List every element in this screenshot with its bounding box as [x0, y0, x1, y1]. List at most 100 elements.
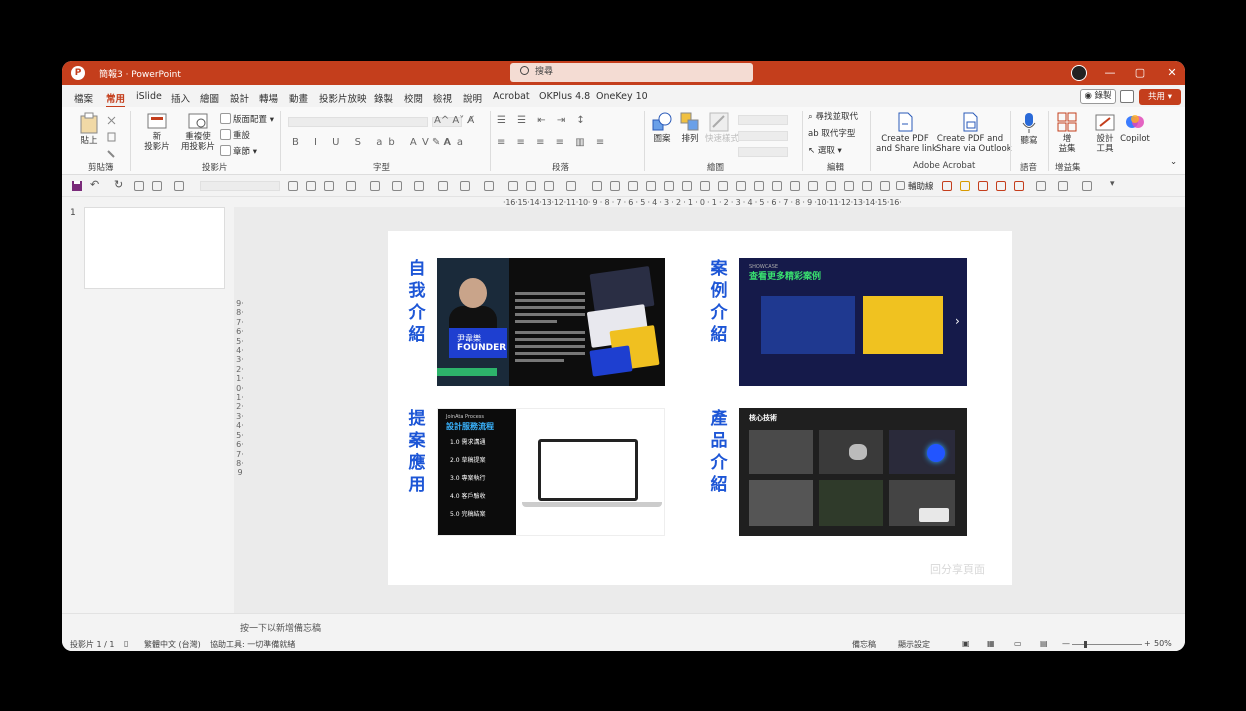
- zoom-slider-thumb[interactable]: [1084, 641, 1087, 648]
- paste-button[interactable]: 貼上: [76, 112, 102, 146]
- select-button[interactable]: ↖ 選取 ▾: [808, 146, 842, 156]
- new-slide-button[interactable]: 新 投影片: [142, 112, 172, 152]
- distribute-vertical-icon[interactable]: [718, 181, 728, 191]
- reading-view-icon[interactable]: ▭: [1014, 639, 1022, 648]
- shape-effects-dropdown[interactable]: [738, 147, 788, 157]
- rotate-icon[interactable]: [808, 181, 818, 191]
- create-pdf-outlook-button[interactable]: Create PDF and Share via Outlook: [936, 112, 1012, 154]
- comments-icon[interactable]: [1120, 90, 1134, 103]
- tab-draw[interactable]: 繪圖: [200, 91, 219, 105]
- layout-button[interactable]: 版面配置 ▾: [220, 113, 274, 125]
- save-icon[interactable]: [71, 180, 83, 192]
- zoom-slider[interactable]: [1072, 644, 1142, 645]
- find-replace-button[interactable]: ⌕ 尋找並取代: [808, 112, 858, 122]
- align-left-icon[interactable]: [592, 181, 602, 191]
- language-status[interactable]: 繁體中文 (台灣): [144, 639, 201, 650]
- tab-onekey[interactable]: OneKey 10: [596, 91, 648, 102]
- highlight-icon[interactable]: [460, 181, 470, 191]
- tab-file[interactable]: 檔案: [74, 91, 93, 105]
- slide-thumbnail[interactable]: [84, 207, 225, 289]
- tab-animations[interactable]: 動畫: [289, 91, 308, 105]
- okplus-qat-icon[interactable]: [1014, 181, 1024, 191]
- zoom-out-button[interactable]: —: [1062, 639, 1070, 648]
- align-icon[interactable]: [370, 181, 380, 191]
- ungroup-icon[interactable]: [754, 181, 764, 191]
- share-button[interactable]: 共用 ▾: [1139, 89, 1181, 105]
- reset-button[interactable]: 重設: [220, 129, 250, 141]
- close-button[interactable]: ✕: [1162, 64, 1182, 82]
- redo-icon[interactable]: ↻: [114, 178, 123, 191]
- align-right-icon[interactable]: [628, 181, 638, 191]
- zoom-level[interactable]: 50%: [1154, 639, 1172, 648]
- notes-pane[interactable]: 按一下以新增備忘稿: [62, 613, 1185, 638]
- font-color-icon[interactable]: ✎ A: [432, 137, 450, 148]
- reuse-slides-button[interactable]: 重複使 用投影片: [179, 112, 217, 152]
- align-buttons[interactable]: ≡ ≡ ≡ ≡ ▥ ≡: [497, 137, 608, 148]
- tab-help[interactable]: 說明: [463, 91, 482, 105]
- tab-islide[interactable]: iSlide: [136, 91, 162, 102]
- crop-icon[interactable]: [826, 181, 836, 191]
- bring-forward-icon[interactable]: [772, 181, 782, 191]
- clipboard-small-icons[interactable]: [106, 115, 118, 159]
- search-input[interactable]: 搜尋: [510, 63, 753, 82]
- undo-icon[interactable]: ↶: [90, 178, 99, 191]
- format-painter-icon[interactable]: [1036, 181, 1046, 191]
- zoom-in-button[interactable]: +: [1144, 639, 1151, 648]
- table-icon[interactable]: [174, 181, 184, 191]
- distribute-horizontal-icon[interactable]: [700, 181, 710, 191]
- tab-acrobat[interactable]: Acrobat: [493, 91, 530, 102]
- customize-qat-icon[interactable]: ▾: [1110, 179, 1115, 189]
- shape-outline-icon[interactable]: [414, 181, 424, 191]
- arrange-button[interactable]: 排列: [678, 112, 702, 144]
- slide-sorter-icon[interactable]: ▦: [987, 639, 995, 648]
- font-color-qat-icon[interactable]: [438, 181, 448, 191]
- shape-outline-dropdown[interactable]: [738, 131, 788, 141]
- send-backward-icon[interactable]: [790, 181, 800, 191]
- copilot-button[interactable]: Copilot: [1120, 112, 1150, 144]
- selection-pane-icon[interactable]: [880, 181, 890, 191]
- shape-fill-icon[interactable]: [392, 181, 402, 191]
- addins-button[interactable]: 增 益集: [1055, 112, 1079, 154]
- tab-okplus[interactable]: OKPlus 4.8: [539, 91, 590, 102]
- qat-dropdown[interactable]: [200, 181, 280, 191]
- accessibility-status[interactable]: 協助工具: 一切準備就緒: [210, 639, 295, 650]
- product-card[interactable]: 核心技術: [739, 408, 967, 536]
- collapse-ribbon-icon[interactable]: ⌄: [1170, 157, 1177, 167]
- record-qat-icon[interactable]: [942, 181, 952, 191]
- present-icon[interactable]: [134, 181, 144, 191]
- about-me-card[interactable]: 尹韋樂 FOUNDER: [437, 258, 665, 386]
- display-settings[interactable]: 顯示設定: [898, 639, 930, 650]
- text-color-icon[interactable]: [346, 181, 356, 191]
- list-buttons[interactable]: ☰ ☰ ⇤ ⇥ ↕: [497, 115, 589, 126]
- tab-insert[interactable]: 插入: [171, 91, 190, 105]
- tab-home[interactable]: 常用: [106, 91, 126, 108]
- tab-review[interactable]: 校閱: [404, 91, 423, 105]
- more-commands-icon[interactable]: [1082, 181, 1092, 191]
- minimize-button[interactable]: —: [1100, 64, 1120, 82]
- designer-button[interactable]: 設計 工具: [1092, 112, 1118, 154]
- align-bottom-icon[interactable]: [682, 181, 692, 191]
- image-icon[interactable]: [152, 181, 162, 191]
- animation-qat-icon[interactable]: [978, 181, 988, 191]
- view-icon[interactable]: [1058, 181, 1068, 191]
- group-icon[interactable]: [736, 181, 746, 191]
- normal-view-icon[interactable]: ▣: [962, 639, 970, 648]
- oval-shape-icon[interactable]: [544, 181, 554, 191]
- font-name-dropdown[interactable]: [288, 117, 428, 127]
- align-middle-icon[interactable]: [664, 181, 674, 191]
- spelling-icon[interactable]: ▯: [124, 639, 128, 648]
- dictate-button[interactable]: 聽寫: [1017, 112, 1041, 146]
- quick-styles-button[interactable]: 快速樣式: [705, 112, 739, 144]
- create-pdf-share-link-button[interactable]: Create PDF and Share link: [876, 112, 937, 154]
- shape-fill-dropdown[interactable]: [738, 115, 788, 125]
- proposal-card[interactable]: JoinAta Process 設計服務流程 1.0 需求溝通 2.0 草稿提案…: [437, 408, 665, 536]
- transition-qat-icon[interactable]: [996, 181, 1006, 191]
- align-center-icon[interactable]: [610, 181, 620, 191]
- font-size-down-icon[interactable]: [324, 181, 334, 191]
- outline-color-icon[interactable]: [484, 181, 494, 191]
- picture-format-icon[interactable]: [844, 181, 854, 191]
- font-size-up-icon[interactable]: [306, 181, 316, 191]
- section-button[interactable]: 章節 ▾: [220, 145, 257, 157]
- slide-canvas[interactable]: 自我介紹 案例介紹 提案應用 產品介紹 尹韋樂 FOUNDER SHOWCASE…: [388, 231, 1012, 585]
- align-top-icon[interactable]: [646, 181, 656, 191]
